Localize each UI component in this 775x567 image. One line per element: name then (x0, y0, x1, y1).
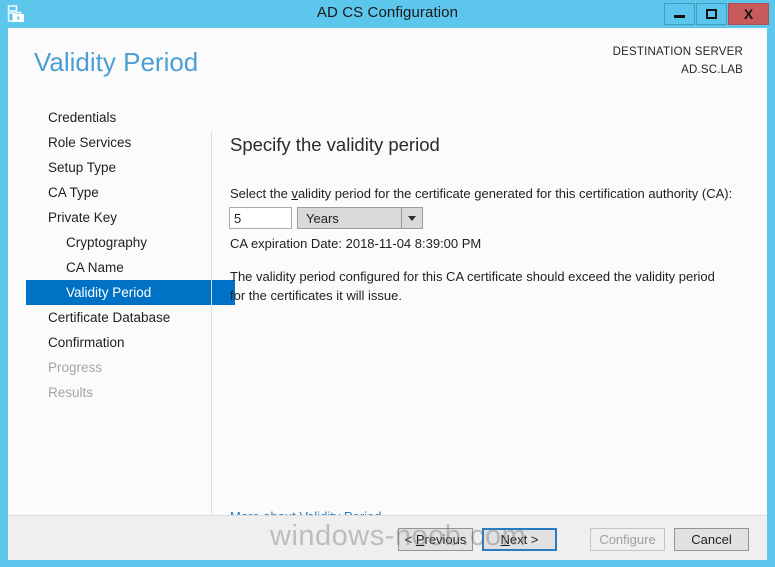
content-heading: Specify the validity period (230, 134, 440, 155)
sidebar-item-ca-name[interactable]: CA Name (8, 255, 203, 280)
sidebar-item-confirmation[interactable]: Confirmation (8, 330, 203, 355)
page-header: Validity Period DESTINATION SERVER AD.SC… (8, 28, 767, 104)
ca-expiration-date: CA expiration Date: 2018-11-04 8:39:00 P… (230, 236, 482, 251)
destination-server-name: AD.SC.LAB (681, 64, 743, 76)
validity-period-note: The validity period configured for this … (230, 269, 715, 303)
window-title: AD CS Configuration (316, 4, 459, 21)
wizard-page: Validity Period DESTINATION SERVER AD.SC… (8, 28, 767, 560)
chevron-down-icon[interactable] (401, 208, 422, 228)
sidebar-item-label: CA Name (66, 260, 124, 275)
sidebar-item-label: Setup Type (48, 160, 117, 175)
close-icon: X (743, 6, 754, 22)
sidebar-item-credentials[interactable]: Credentials (8, 105, 203, 130)
sidebar-item-validity-period[interactable]: Validity Period (26, 280, 235, 305)
sidebar-item-label: Confirmation (48, 335, 125, 350)
sidebar-item-label: Certificate Database (48, 310, 171, 325)
sidebar-item-label: Validity Period (66, 285, 152, 300)
destination-server-label: DESTINATION SERVER (612, 46, 743, 58)
sidebar-item-setup-type[interactable]: Setup Type (8, 155, 203, 180)
main-content: Specify the validity period Select the v… (222, 105, 752, 524)
previous-button[interactable]: < Previous (398, 528, 473, 551)
validity-period-unit-value: Years (306, 211, 339, 226)
sidebar-item-progress: Progress (8, 355, 203, 380)
maximize-button[interactable] (696, 3, 727, 25)
cancel-button[interactable]: Cancel (674, 528, 749, 551)
sidebar-item-label: Results (48, 385, 94, 400)
wizard-steps-nav: Credentials Role Services Setup Type CA Typ… (8, 105, 235, 515)
sidebar-item-label: Credentials (48, 110, 117, 125)
nav-content-divider (211, 132, 212, 536)
page-title: Validity Period (34, 47, 199, 77)
sidebar-item-results: Results (8, 380, 203, 405)
next-button[interactable]: Next > (482, 528, 557, 551)
sidebar-item-ca-type[interactable]: CA Type (8, 180, 203, 205)
sidebar-item-role-services[interactable]: Role Services (8, 130, 203, 155)
sidebar-item-private-key[interactable]: Private Key (8, 205, 203, 230)
validity-period-unit-select[interactable]: Years (297, 207, 423, 229)
validity-period-input[interactable] (229, 207, 292, 229)
wizard-window: AD CS Configuration X Validity Period DE… (0, 0, 775, 567)
server-manager-icon (7, 5, 25, 23)
minimize-button[interactable] (664, 3, 695, 25)
maximize-icon (706, 9, 717, 19)
sidebar-item-label: Role Services (48, 135, 132, 150)
sidebar-item-certificate-database[interactable]: Certificate Database (8, 305, 203, 330)
wizard-footer: < Previous Next > Configure Cancel (8, 515, 767, 560)
destination-server-block: DESTINATION SERVER AD.SC.LAB (613, 43, 743, 79)
sidebar-item-cryptography[interactable]: Cryptography (8, 230, 203, 255)
title-bar[interactable]: AD CS Configuration X (0, 0, 775, 28)
sidebar-item-label: Cryptography (66, 235, 148, 250)
validity-period-field-label: Select the validity period for the certi… (230, 186, 733, 201)
minimize-icon (674, 15, 685, 18)
sidebar-item-label: Private Key (48, 210, 118, 225)
close-button[interactable]: X (728, 3, 769, 25)
sidebar-item-label: Progress (48, 360, 103, 375)
configure-button[interactable]: Configure (590, 528, 665, 551)
sidebar-item-label: CA Type (48, 185, 99, 200)
